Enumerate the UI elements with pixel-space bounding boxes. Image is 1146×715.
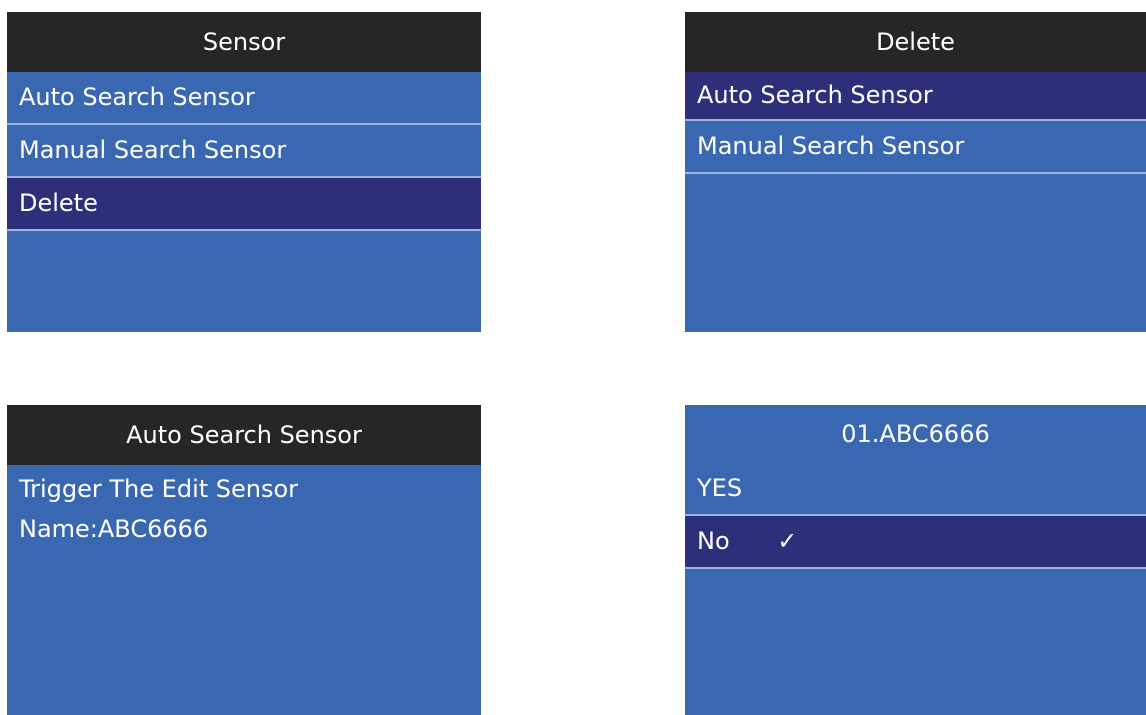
option-no-label: No — [697, 527, 730, 555]
screen-title: 01.ABC6666 — [685, 405, 1146, 463]
message-block: Trigger The Edit Sensor Name:ABC6666 — [7, 465, 481, 549]
option-no[interactable]: No ✓ — [685, 516, 1146, 569]
confirm-delete-screen: 01.ABC6666 YES No ✓ — [685, 405, 1146, 715]
menu-item-auto-search-sensor[interactable]: Auto Search Sensor — [685, 72, 1146, 121]
auto-search-sensor-screen: Auto Search Sensor Trigger The Edit Sens… — [7, 405, 481, 715]
option-yes[interactable]: YES — [685, 463, 1146, 516]
menu-item-manual-search-sensor[interactable]: Manual Search Sensor — [7, 125, 481, 178]
check-icon: ✓ — [777, 527, 798, 555]
sensor-name-text: Name:ABC6666 — [19, 515, 209, 543]
menu-item-manual-search-sensor[interactable]: Manual Search Sensor — [685, 121, 1146, 174]
menu-item-auto-search-sensor[interactable]: Auto Search Sensor — [7, 72, 481, 125]
screen-title: Sensor — [7, 12, 481, 72]
screen-title: Delete — [685, 12, 1146, 72]
screen-title: Auto Search Sensor — [7, 405, 481, 465]
menu-item-delete[interactable]: Delete — [7, 178, 481, 231]
sensor-menu-screen: Sensor Auto Search Sensor Manual Search … — [7, 12, 481, 332]
delete-menu-screen: Delete Auto Search Sensor Manual Search … — [685, 12, 1146, 332]
instruction-text: Trigger The Edit Sensor — [19, 475, 299, 503]
